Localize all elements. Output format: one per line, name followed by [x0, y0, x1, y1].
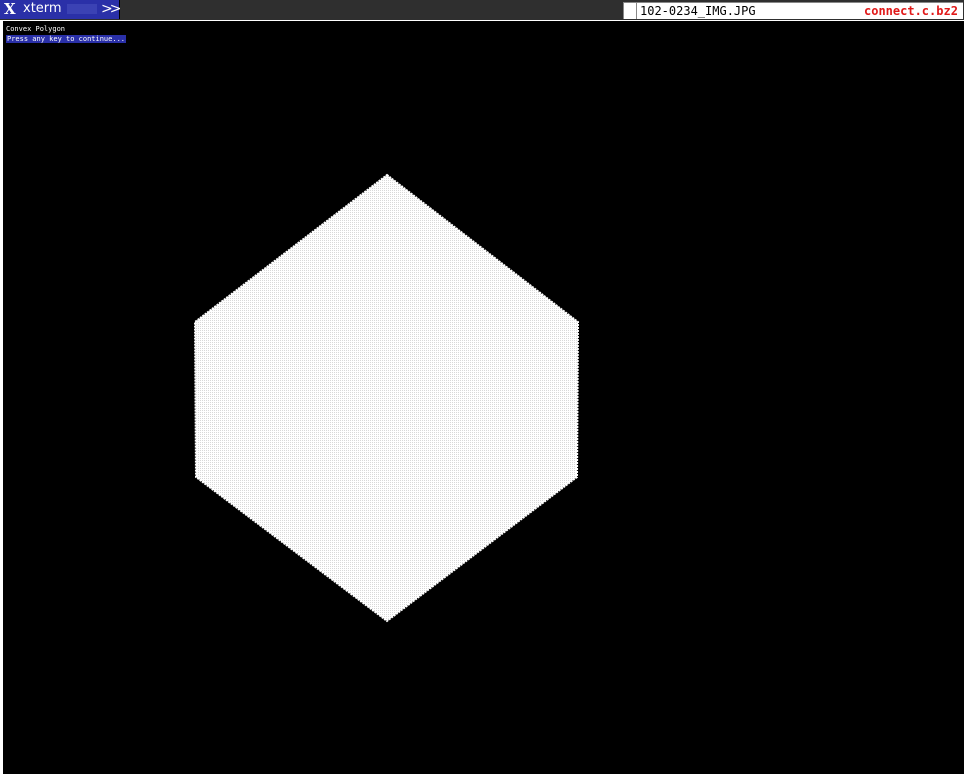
convex-polygon — [193, 173, 580, 623]
graphics-canvas — [193, 173, 580, 623]
